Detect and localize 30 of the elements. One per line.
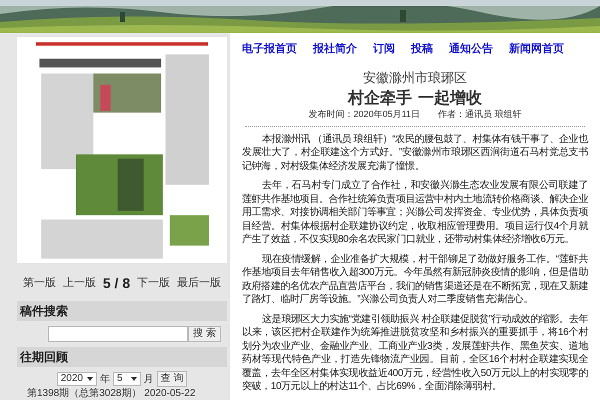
article-title: 村企牵手 一起增收	[346, 88, 483, 108]
article-kicker: 安徽滁州市琅琊区	[362, 70, 468, 88]
nav-link[interactable]: 报社简介	[313, 41, 357, 58]
page-link[interactable]: 最后一版	[177, 275, 222, 292]
search-field[interactable]	[48, 326, 188, 342]
nav-link[interactable]: 投稿	[411, 41, 433, 58]
search-button[interactable]: 搜 索	[188, 326, 221, 342]
page-link[interactable]: 上一版	[62, 275, 96, 292]
month-select[interactable]: 5	[112, 372, 141, 386]
article-meta: 发布时间：2020年05月11日 作者：通讯员 琅组轩	[308, 108, 522, 121]
nav-link[interactable]: 订阅	[373, 41, 395, 58]
article-paragraph: 这是琅琊区大力实施“党建引领助振兴 村企联建促脱贫”行动成效的缩影。去年以来，该区把村企联建作为统筹推进脱贫攻坚和乡村振兴的重要抓手，将16个村划分为农业产业、金融业产业、工商业产业3类，发展莲虾共作、黑鱼芡实、道地药材等现代特色产业，打造先锋物流产业园。目前，全区16个村村企联建实现全覆盖，去年全区村集体实现收益近400万元，经营性收入50万元以上的村实现零的突破，10万元以上的村达11个、占比69%，全面消除薄弱村。	[242, 312, 588, 394]
article-paragraph: 现在疫情缓解，企业准备扩大规模，村干部铆足了劲做好服务工作。“莲虾共作基地项目去年销售收入超300万元。今年虽然有新冠肺炎疫情的影响，但是借助政府搭建的名优农产品直营店平台，我们的销售渠道还是在不断拓宽，现在又新建了路灯、临时厂房等设施。”兴滁公司负责人对二季度销售充满信心。	[242, 252, 588, 306]
page-link[interactable]: 第一版	[22, 275, 56, 292]
nav-link[interactable]: 通知公告	[449, 41, 493, 58]
month-label: 月	[144, 372, 154, 386]
query-button[interactable]: 查 询	[156, 371, 188, 387]
dropdown-icon	[130, 377, 137, 381]
dropdown-icon	[86, 377, 93, 381]
article-paragraph: 去年，石马村专门成立了合作社，和安徽兴滁生态农业发展有限公司联建了莲虾共作基地项目。合作社统筹负责项目运营中村内土地流转价格商谈、解决企业用工需求、对接协调相关部门等事宜；兴滁公司发挥资金、专业优势，具体负责项目经营。村集体根据村企联建协议约定，收取相应管理费用。项目运行仅4个月就产生了效益，不仅实现80余名农民家门口就业，还带动村集体经济增收6万元。	[242, 179, 588, 246]
section-heading: 往期回顾	[17, 347, 227, 367]
year-select[interactable]: 2020	[56, 372, 97, 386]
nav-link[interactable]: 新闻网首页	[509, 41, 564, 58]
nav-link[interactable]: 电子报首页	[242, 41, 297, 58]
issue-link[interactable]: 第1398期（总第3028期） 2020-05-22	[27, 388, 227, 400]
page-link[interactable]: 下一版	[137, 275, 170, 292]
article-paragraph: 本报滁州讯 （通讯员 琅组轩）“农民的腰包鼓了、村集体有钱干事了、企业也发展壮大了，村企联建这个方式好。”安徽滁州市琅琊区西涧街道石马村党总支书记钟海，对村级集体经济发展充满了憧憬。	[242, 132, 588, 173]
year-label: 年	[100, 372, 110, 386]
page-number: 5 / 8	[102, 274, 130, 293]
section-heading: 稿件搜索	[17, 301, 227, 321]
